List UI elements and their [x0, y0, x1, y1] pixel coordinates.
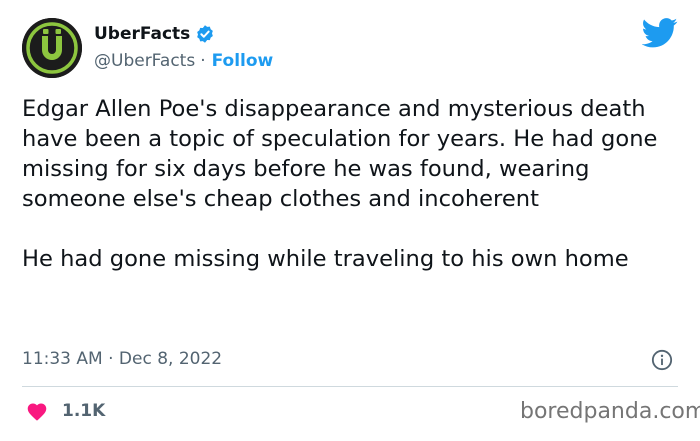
author-display-name[interactable]: UberFacts: [94, 23, 190, 45]
tweet-paragraph: Edgar Allen Poe's disappearance and myst…: [22, 96, 658, 212]
info-icon[interactable]: [651, 349, 673, 371]
avatar[interactable]: [22, 18, 82, 78]
watermark: boredpanda.com: [520, 399, 700, 424]
like-button[interactable]: 1.1K: [26, 400, 105, 422]
like-count: 1.1K: [62, 401, 106, 421]
tweet-paragraph: He had gone missing while traveling to h…: [22, 246, 629, 272]
separator-dot: ·: [200, 51, 206, 71]
tweet-text: Edgar Allen Poe's disappearance and myst…: [22, 94, 682, 274]
twitter-bird-icon[interactable]: [642, 18, 678, 48]
handle-row: @UberFacts · Follow: [94, 50, 273, 72]
verified-badge-icon: [197, 25, 214, 43]
author-name-row[interactable]: UberFacts: [94, 23, 215, 45]
heart-icon: [27, 403, 47, 421]
avatar-logo-icon: [22, 18, 82, 78]
follow-button[interactable]: Follow: [212, 50, 274, 72]
divider: [22, 386, 678, 387]
tweet-card: UberFacts @UberFacts · Follow Edgar Alle…: [0, 0, 700, 441]
tweet-timestamp[interactable]: 11:33 AM · Dec 8, 2022: [22, 348, 222, 370]
author-handle[interactable]: @UberFacts: [94, 50, 195, 72]
